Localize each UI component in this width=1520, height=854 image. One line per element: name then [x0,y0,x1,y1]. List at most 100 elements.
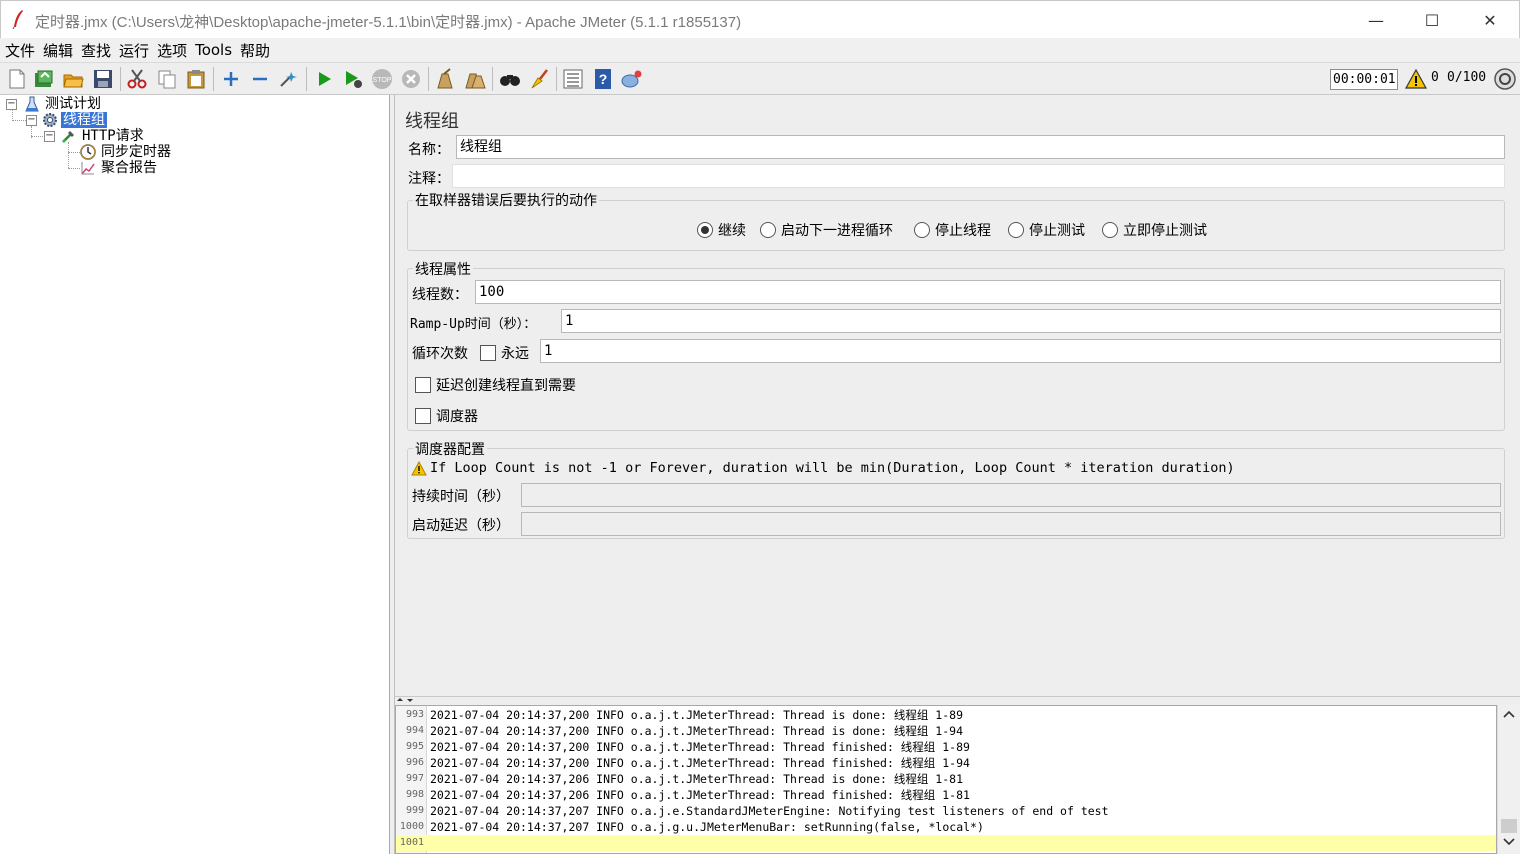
line-number: 993 [405,709,424,720]
remote-icon[interactable] [621,68,643,90]
radio-button[interactable] [1008,222,1024,238]
radio-label: 停止线程 [935,223,991,239]
rampup-input[interactable]: 1 [561,309,1501,333]
stop-icon[interactable]: STOP [371,68,393,90]
line-number: 999 [405,805,424,816]
tree-expander[interactable]: − [6,99,17,110]
toolbar-separator [492,67,493,91]
tree-expander[interactable]: − [26,115,37,126]
search-icon[interactable] [499,68,521,90]
log-line-current: 1001 [396,835,1496,851]
start-no-pause-icon[interactable] [342,68,364,90]
tree-connector [68,168,80,169]
minimize-button[interactable]: — [1347,1,1405,39]
line-number: 996 [405,757,424,768]
test-plan-icon [25,96,39,112]
comment-input[interactable] [452,164,1505,188]
radio-button[interactable] [760,222,776,238]
help-icon[interactable]: ? [592,68,614,90]
line-number: 1001 [399,837,424,848]
menu-help[interactable]: 帮助 [240,40,270,61]
tree-node-test-plan[interactable]: 测试计划 [24,96,103,112]
radio-stop-test[interactable]: 停止测试 [1008,220,1085,240]
checkbox-label: 延迟创建线程直到需要 [436,378,576,394]
tree-connector [68,142,69,168]
menu-search[interactable]: 查找 [81,40,111,61]
tree-expander[interactable]: − [44,131,55,142]
start-icon[interactable] [313,68,335,90]
open-icon[interactable] [62,68,84,90]
toolbar-separator [556,67,557,91]
menu-tools[interactable]: Tools [195,41,232,59]
menu-run[interactable]: 运行 [119,40,149,61]
line-number: 1000 [399,821,424,832]
radio-continue[interactable]: 继续 [697,220,746,240]
tree-connector [68,152,80,153]
reset-search-icon[interactable] [528,68,550,90]
tree-node-sync-timer[interactable]: 同步定时器 [80,144,173,160]
shutdown-icon[interactable] [400,68,422,90]
radio-stop-thread[interactable]: 停止线程 [914,220,991,240]
startup-delay-label: 启动延迟（秒） [412,518,510,534]
split-arrows-icon[interactable] [396,697,416,705]
menu-options[interactable]: 选项 [157,40,187,61]
radio-start-next-loop[interactable]: 启动下一进程循环 [760,220,893,240]
name-label: 名称： [408,142,450,158]
scroll-thumb[interactable] [1501,819,1517,833]
jmeter-feather-icon [12,10,23,29]
forever-checkbox[interactable]: 永远 [480,343,529,363]
tree-node-thread-group[interactable]: 线程组 [42,112,107,128]
paste-icon[interactable] [185,68,207,90]
log-viewer[interactable]: 993 2021-07-04 20:14:37,200 INFO o.a.j.t… [395,705,1497,854]
menu-edit[interactable]: 编辑 [43,40,73,61]
title-bar: 定时器.jmx (C:\Users\龙神\Desktop\apache-jmet… [0,0,1520,38]
collapse-icon[interactable] [249,68,271,90]
radio-button[interactable] [914,222,930,238]
checkbox-box[interactable] [480,345,496,361]
log-line: 994 2021-07-04 20:14:37,200 INFO o.a.j.t… [396,723,1496,739]
cut-icon[interactable] [126,68,148,90]
delay-thread-creation-checkbox[interactable]: 延迟创建线程直到需要 [415,375,576,395]
radio-button[interactable] [1102,222,1118,238]
scroll-down-icon[interactable] [1503,837,1515,847]
threads-input[interactable]: 100 [475,280,1501,304]
copy-icon[interactable] [156,68,178,90]
duration-input[interactable] [521,483,1501,507]
menu-bar: 文件 编辑 查找 运行 选项 Tools 帮助 [0,38,1520,62]
clear-all-icon[interactable] [464,68,486,90]
new-icon[interactable] [6,68,28,90]
log-splitter[interactable] [395,696,1520,705]
checkbox-box[interactable] [415,408,431,424]
log-viewer-icon[interactable] [1494,68,1516,90]
toggle-icon[interactable] [278,68,300,90]
log-text: 2021-07-04 20:14:37,206 INFO o.a.j.t.JMe… [430,788,970,802]
toolbar-separator [306,67,307,91]
tree-node-aggregate-report[interactable]: 聚合报告 [80,160,159,176]
thread-group-gear-icon [43,113,57,127]
startup-delay-input[interactable] [521,512,1501,536]
log-line: 999 2021-07-04 20:14:37,207 INFO o.a.j.e… [396,803,1496,819]
maximize-button[interactable]: ☐ [1403,1,1461,39]
tree-node-http-request[interactable]: HTTP请求 [61,128,146,144]
clear-icon[interactable] [434,68,456,90]
save-icon[interactable] [92,68,114,90]
radio-button[interactable] [697,222,713,238]
menu-file[interactable]: 文件 [5,40,35,61]
close-button[interactable]: ✕ [1461,1,1519,39]
scheduler-checkbox[interactable]: 调度器 [415,406,478,426]
log-text: 2021-07-04 20:14:37,206 INFO o.a.j.t.JMe… [430,772,963,786]
loop-count-input[interactable]: 1 [540,339,1501,363]
checkbox-box[interactable] [415,377,431,393]
thread-group-panel: 线程组 名称： 线程组 注释： 在取样器错误后要执行的动作 继续 启动下一进程循… [395,95,1520,696]
warning-icon[interactable] [1405,69,1427,89]
log-line: 998 2021-07-04 20:14:37,206 INFO o.a.j.t… [396,787,1496,803]
log-scrollbar[interactable] [1497,705,1520,854]
tree-connector [31,136,45,137]
expand-icon[interactable] [220,68,242,90]
scroll-up-icon[interactable] [1503,709,1515,719]
function-helper-icon[interactable] [562,68,584,90]
name-input[interactable]: 线程组 [456,135,1505,159]
radio-stop-test-now[interactable]: 立即停止测试 [1102,220,1207,240]
templates-icon[interactable] [33,68,55,90]
line-number: 995 [405,741,424,752]
